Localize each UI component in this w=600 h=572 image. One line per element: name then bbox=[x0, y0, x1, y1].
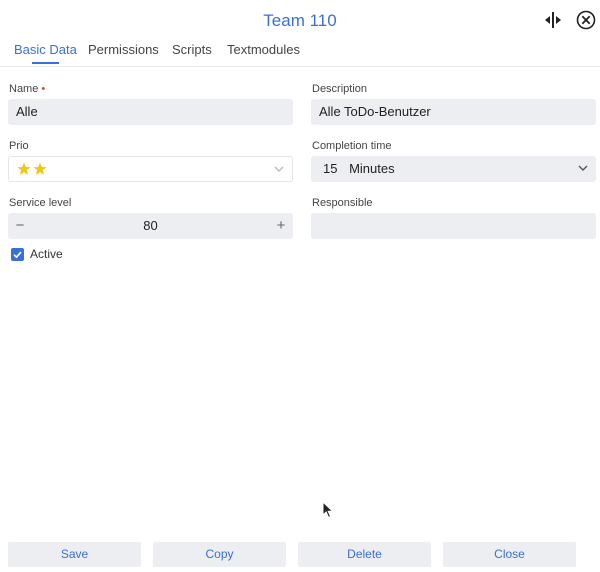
star-rating-icon bbox=[17, 162, 47, 175]
tab-bar: Basic Data Permissions Scripts Textmodul… bbox=[0, 40, 600, 67]
chevron-down-icon bbox=[578, 165, 588, 171]
description-label: Description bbox=[312, 83, 368, 95]
completion-time-label: Completion time bbox=[312, 140, 392, 152]
prio-label: Prio bbox=[9, 140, 29, 152]
name-label: Name • bbox=[9, 83, 45, 95]
active-label[interactable]: Active bbox=[30, 247, 63, 261]
close-circle-icon[interactable] bbox=[576, 10, 596, 30]
service-level-stepper[interactable]: − 80 + bbox=[8, 213, 293, 239]
completion-time-select[interactable]: 15 Minutes bbox=[311, 156, 596, 182]
completion-time-unit: Minutes bbox=[349, 161, 395, 176]
copy-button[interactable]: Copy bbox=[153, 542, 286, 567]
name-label-text: Name bbox=[9, 83, 39, 95]
active-checkbox[interactable] bbox=[11, 248, 24, 261]
increment-button[interactable]: + bbox=[269, 213, 293, 239]
checkmark-icon bbox=[13, 251, 22, 259]
split-view-icon[interactable] bbox=[543, 10, 563, 30]
prio-select[interactable] bbox=[8, 156, 293, 182]
name-input[interactable]: Alle bbox=[8, 99, 293, 125]
responsible-label: Responsible bbox=[312, 197, 373, 209]
completion-time-value: 15 bbox=[323, 161, 338, 176]
delete-button[interactable]: Delete bbox=[298, 542, 431, 567]
tab-scripts[interactable]: Scripts bbox=[172, 42, 212, 62]
decrement-button[interactable]: − bbox=[8, 213, 32, 239]
close-button[interactable]: Close bbox=[443, 542, 576, 567]
tab-basic-data[interactable]: Basic Data bbox=[14, 42, 77, 64]
dialog-title: Team 110 bbox=[263, 11, 337, 30]
tab-textmodules[interactable]: Textmodules bbox=[227, 42, 300, 62]
save-button[interactable]: Save bbox=[8, 542, 141, 567]
description-input[interactable]: Alle ToDo-Benutzer bbox=[311, 99, 596, 125]
tab-permissions[interactable]: Permissions bbox=[88, 42, 159, 62]
responsible-input[interactable] bbox=[311, 213, 596, 239]
required-mark: • bbox=[41, 83, 46, 95]
mouse-cursor-icon bbox=[322, 501, 334, 519]
service-level-value[interactable]: 80 bbox=[143, 218, 157, 233]
chevron-down-icon bbox=[274, 166, 284, 172]
service-level-label: Service level bbox=[9, 197, 72, 209]
